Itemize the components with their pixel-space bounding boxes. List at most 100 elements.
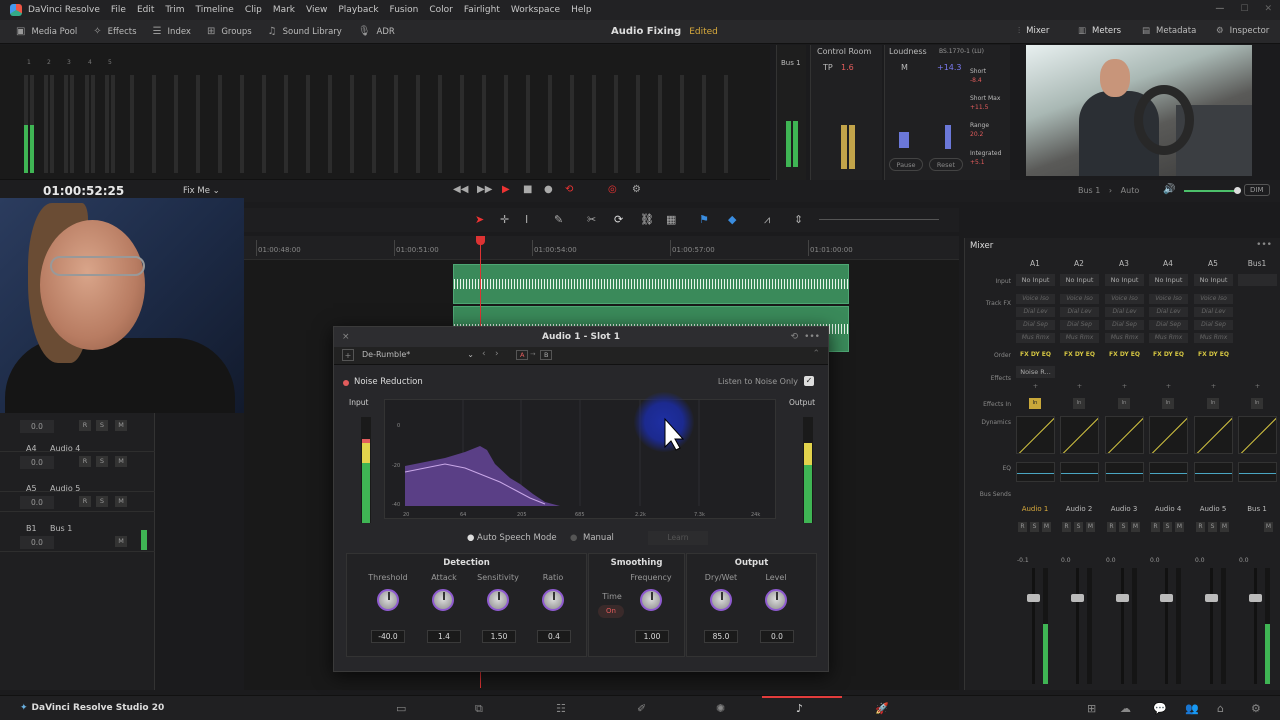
add-effect-icon[interactable]: +: [1016, 380, 1055, 392]
add-effect-icon[interactable]: +: [1194, 380, 1233, 392]
add-preset-icon[interactable]: +: [342, 349, 354, 361]
effects-in-button[interactable]: In: [1118, 398, 1130, 409]
maximize-icon[interactable]: ☐: [1240, 4, 1248, 14]
channel-fader[interactable]: [1160, 568, 1173, 684]
noise-spectrum-graph[interactable]: 0 -20 -40 20 64 205 685 2.2k 7.3k 24k: [384, 399, 776, 519]
audio-clip[interactable]: [453, 264, 849, 304]
media-pool-button[interactable]: ▣ Media Pool: [16, 26, 77, 37]
zoom-slider[interactable]: [819, 219, 939, 220]
track-fx-slot[interactable]: Dial Sep: [1016, 320, 1055, 330]
level-value[interactable]: 0.0: [760, 630, 794, 643]
track-fx-slot[interactable]: Dial Sep: [1060, 320, 1099, 330]
close-icon[interactable]: ✕: [1264, 4, 1272, 14]
add-effect-icon[interactable]: +: [1105, 380, 1144, 392]
input-select[interactable]: No Input: [1060, 274, 1099, 286]
fader-cap[interactable]: [1071, 594, 1084, 602]
effects-button[interactable]: ✧ Effects: [93, 26, 136, 37]
effect-slot[interactable]: Noise R...: [1016, 366, 1055, 378]
track-fx-slot[interactable]: Mus Rmx: [1194, 333, 1233, 343]
range-tool-icon[interactable]: ✛: [500, 213, 509, 226]
deliver-page-icon[interactable]: 🚀: [875, 702, 889, 715]
record-arm-button[interactable]: R: [1107, 522, 1116, 532]
track-name[interactable]: Bus 1: [50, 524, 72, 533]
collapse-icon[interactable]: ⌃: [812, 349, 820, 359]
effects-in-button[interactable]: In: [1162, 398, 1174, 409]
channel-fader[interactable]: [1116, 568, 1129, 684]
input-select[interactable]: No Input: [1016, 274, 1055, 286]
link-icon[interactable]: ⛓: [640, 213, 654, 226]
effects-in-button[interactable]: In: [1251, 398, 1263, 409]
pencil-icon[interactable]: ✎: [554, 213, 563, 226]
record-arm-button[interactable]: R: [1062, 522, 1071, 532]
record-arm-button[interactable]: R: [1196, 522, 1205, 532]
view-options-icon[interactable]: ▦: [666, 213, 676, 226]
play-icon[interactable]: ▶: [502, 184, 510, 195]
select-tool-icon[interactable]: ➤: [475, 213, 484, 226]
effect-name[interactable]: Noise Reduction: [343, 377, 423, 387]
track-fx-slot[interactable]: Mus Rmx: [1016, 333, 1055, 343]
menu-view[interactable]: View: [306, 5, 327, 15]
record-arm-button[interactable]: R: [79, 496, 91, 507]
menu-workspace[interactable]: Workspace: [511, 5, 560, 15]
track-fx-slot[interactable]: Dial Sep: [1149, 320, 1188, 330]
manual-mode-radio[interactable]: ●: [570, 533, 577, 543]
rewind-icon[interactable]: ◀◀: [453, 184, 468, 195]
channel-fader[interactable]: [1205, 568, 1218, 684]
meters-toggle[interactable]: ▥ Meters: [1078, 26, 1121, 36]
dynamics-graph[interactable]: [1194, 416, 1233, 454]
record-arm-button[interactable]: R: [1151, 522, 1160, 532]
menu-file[interactable]: File: [111, 5, 126, 15]
fader-cap[interactable]: [1027, 594, 1040, 602]
track-fx-slot[interactable]: Mus Rmx: [1105, 333, 1144, 343]
order-selector[interactable]: FX DY EQ: [1194, 351, 1233, 358]
speaker-icon[interactable]: 🔊: [1163, 184, 1175, 195]
groups-button[interactable]: ⊞ Groups: [207, 26, 252, 37]
threshold-value[interactable]: -40.0: [371, 630, 405, 643]
razor-icon[interactable]: ✂: [587, 213, 596, 226]
record-icon[interactable]: ●: [544, 184, 553, 195]
channel-fader[interactable]: [1249, 568, 1262, 684]
reset-icon[interactable]: ⟲: [790, 327, 798, 347]
mute-button[interactable]: M: [115, 420, 127, 431]
marker-icon[interactable]: ◆: [728, 213, 736, 226]
level-knob[interactable]: [765, 589, 787, 611]
mute-button[interactable]: M: [115, 496, 127, 507]
flag-icon[interactable]: ⚑: [699, 213, 709, 226]
record-arm-button[interactable]: R: [79, 456, 91, 467]
menu-help[interactable]: Help: [571, 5, 592, 15]
loop-icon[interactable]: ⟲: [565, 184, 573, 195]
time-smoothing-toggle[interactable]: On: [598, 605, 624, 618]
auto-mode-label[interactable]: Auto Speech Mode: [477, 533, 557, 543]
effects-in-button[interactable]: In: [1207, 398, 1219, 409]
automation-icon[interactable]: ⚙: [632, 184, 641, 195]
solo-button[interactable]: S: [1030, 522, 1039, 532]
menu-fusion[interactable]: Fusion: [390, 5, 419, 15]
track-fx-slot[interactable]: Dial Lev: [1105, 307, 1144, 317]
track-fx-slot[interactable]: Voice Iso: [1016, 294, 1055, 304]
ab-compare-b[interactable]: B: [540, 350, 553, 360]
record-arm-button[interactable]: R: [79, 420, 91, 431]
eq-graph[interactable]: [1238, 462, 1277, 482]
track-fx-slot[interactable]: Dial Lev: [1194, 307, 1233, 317]
solo-button[interactable]: S: [96, 456, 108, 467]
frequency-knob[interactable]: [640, 589, 662, 611]
sensitivity-knob[interactable]: [487, 589, 509, 611]
fader-cap[interactable]: [1249, 594, 1262, 602]
add-effect-icon[interactable]: +: [1149, 380, 1188, 392]
preset-dropdown[interactable]: De-Rumble* ⌄: [362, 350, 474, 362]
solo-button[interactable]: S: [1119, 522, 1128, 532]
timeline-selector[interactable]: Fix Me ⌄: [183, 186, 220, 196]
loudness-standard[interactable]: BS.1770-1 (LU): [939, 48, 984, 55]
drywet-value[interactable]: 85.0: [704, 630, 738, 643]
ratio-knob[interactable]: [542, 589, 564, 611]
track-fx-slot[interactable]: Dial Sep: [1194, 320, 1233, 330]
track-fx-slot[interactable]: Mus Rmx: [1060, 333, 1099, 343]
ab-compare-a[interactable]: A: [516, 350, 529, 360]
effects-in-button[interactable]: In: [1073, 398, 1085, 409]
manual-mode-label[interactable]: Manual: [583, 533, 614, 543]
menu-edit[interactable]: Edit: [137, 5, 154, 15]
color-page-icon[interactable]: ✺: [716, 702, 725, 715]
dynamics-graph[interactable]: [1105, 416, 1144, 454]
listen-noise-checkbox[interactable]: ✓: [804, 376, 814, 386]
mixer-toggle[interactable]: ⫶ Mixer: [1018, 26, 1049, 36]
